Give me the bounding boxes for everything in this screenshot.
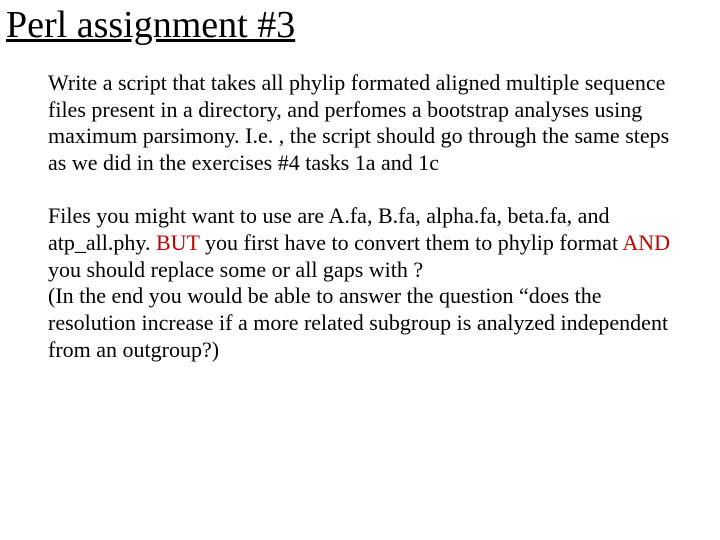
slide: Perl assignment #3 Write a script that t… — [0, 0, 720, 540]
text-run: you should replace some or all gaps with… — [48, 257, 423, 282]
text-run: you first have to convert them to phylip… — [200, 230, 623, 255]
text-run: (In the end you would be able to answer … — [48, 283, 668, 362]
slide-title: Perl assignment #3 — [0, 0, 720, 56]
paragraph-1: Write a script that takes all phylip for… — [48, 70, 672, 177]
highlight-and: AND — [622, 230, 670, 255]
paragraph-2: Files you might want to use are A.fa, B.… — [48, 203, 672, 364]
slide-body: Write a script that takes all phylip for… — [0, 56, 720, 364]
highlight-but: BUT — [156, 230, 200, 255]
